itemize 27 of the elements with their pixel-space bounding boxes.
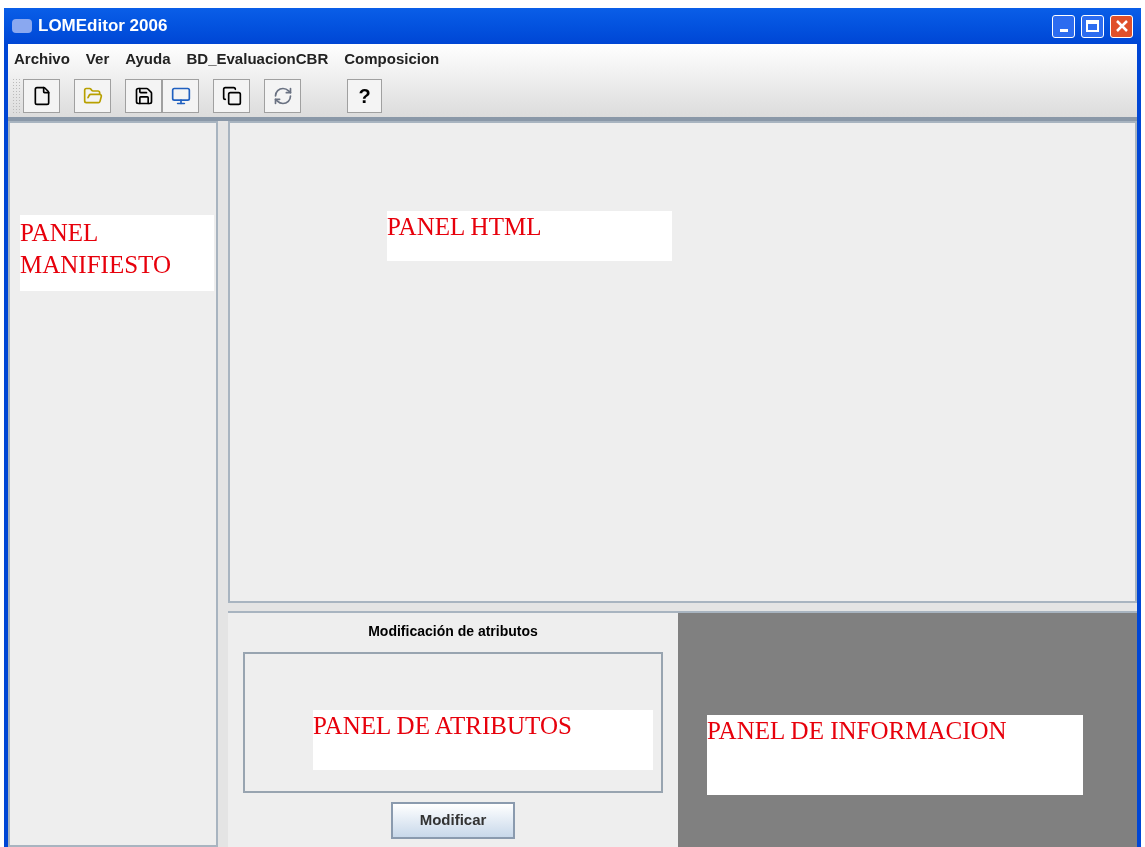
minimize-button[interactable] <box>1052 14 1075 38</box>
close-icon <box>1115 20 1128 32</box>
menu-item[interactable]: Composicion <box>344 48 440 71</box>
folder-icon <box>82 86 103 106</box>
refresh-icon <box>272 86 293 106</box>
menu-item[interactable]: BD_EvaluacionCBR <box>186 48 329 71</box>
copy-button[interactable] <box>213 79 250 113</box>
html-label: PANEL HTML <box>387 211 672 261</box>
modify-button[interactable]: Modificar <box>391 802 515 839</box>
manifest-label: PANEL MANIFIESTO <box>20 215 214 291</box>
attributes-title: Modificación de atributos <box>368 622 538 641</box>
menu-item[interactable]: Archivo <box>14 48 70 71</box>
app-icon <box>12 19 32 33</box>
monitor-button[interactable] <box>162 79 199 113</box>
close-button[interactable] <box>1110 14 1133 38</box>
help-button[interactable]: ? <box>347 79 382 113</box>
maximize-button[interactable] <box>1081 14 1104 38</box>
attributes-label: PANEL DE ATRIBUTOS <box>313 710 653 770</box>
menu-item[interactable]: Ayuda <box>125 48 171 71</box>
refresh-button[interactable] <box>264 79 301 113</box>
file-button[interactable] <box>23 79 60 113</box>
info-label: PANEL DE INFORMACION <box>707 715 1083 795</box>
monitor-icon <box>170 86 191 106</box>
copy-icon <box>221 86 242 106</box>
menu-item[interactable]: Ver <box>85 48 110 71</box>
floppy-disk-button[interactable] <box>125 79 162 113</box>
window-title: LOMEditor 2006 <box>38 15 168 38</box>
